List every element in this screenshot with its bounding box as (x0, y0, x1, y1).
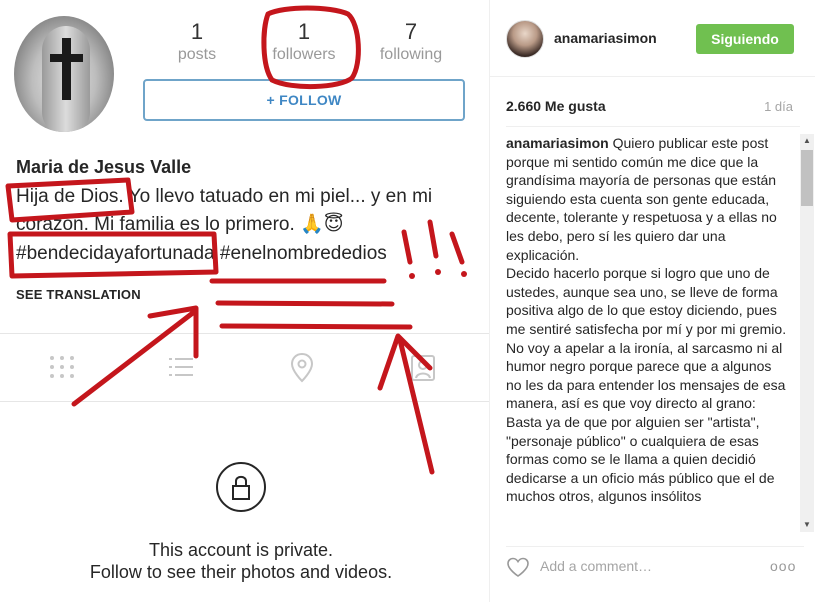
grid-icon (50, 356, 74, 378)
heart-icon[interactable] (506, 556, 530, 578)
post-header: anamariasimon Siguiendo (490, 0, 815, 77)
private-account-subtitle: Follow to see their photos and videos. (89, 562, 393, 582)
author-avatar[interactable] (506, 20, 544, 58)
bio-line-2: corazón. Mi familia es lo primero. 🙏😇 (16, 214, 344, 235)
stat-posts: 1 posts (152, 20, 242, 66)
location-icon (290, 352, 314, 383)
likes-count[interactable]: 2.660 Me gusta (506, 98, 606, 114)
stat-posts-count: 1 (190, 19, 204, 44)
stat-following: 7 following (366, 20, 456, 66)
post-image: 1 posts 1 followers 7 following + FOLLOW… (0, 0, 489, 602)
profile-follow-button: + FOLLOW (143, 79, 465, 121)
exclaim-line-3 (449, 231, 465, 265)
tabs-divider-bottom (0, 401, 489, 402)
caption-paragraph-1: Quiero publicar este post porque mi sent… (506, 135, 777, 263)
stat-posts-label: posts (177, 46, 217, 63)
more-options-button[interactable]: ooo (770, 558, 796, 574)
caption-scrollbar[interactable]: ▲ ▼ (800, 134, 814, 532)
caption-paragraph-4: Basta ya de que por alguien ser "artista… (506, 413, 775, 505)
stat-following-label: following (379, 46, 443, 63)
bio-line-1: Hija de Dios. Yo llevo tatuado en mi pie… (16, 186, 433, 207)
see-translation: SEE TRANSLATION (16, 287, 141, 302)
tagged-icon (411, 355, 435, 381)
caption: anamariasimon Quiero publicar este post … (506, 134, 788, 506)
exclaim-line-2 (427, 219, 439, 259)
scroll-thumb[interactable] (801, 150, 813, 206)
profile-avatar (14, 16, 114, 132)
post-sidebar: anamariasimon Siguiendo 2.660 Me gusta 1… (489, 0, 815, 602)
caption-username[interactable]: anamariasimon (506, 135, 609, 151)
caption-paragraph-2: Decido hacerlo porque si logro que uno d… (506, 265, 787, 337)
bio-line-3: #bendecidayafortunada #enelnombrededios (16, 243, 387, 264)
caption-scroll-area[interactable]: anamariasimon Quiero publicar este post … (506, 134, 788, 532)
stat-followers-count: 1 (297, 19, 311, 44)
scroll-up-arrow[interactable]: ▲ (800, 134, 814, 148)
following-button[interactable]: Siguiendo (696, 24, 794, 54)
stat-followers: 1 followers (259, 20, 349, 66)
post-time[interactable]: 1 día (764, 99, 793, 114)
profile-name: Maria de Jesus Valle (16, 157, 192, 177)
tabs-divider-top (0, 333, 489, 334)
list-icon (169, 358, 193, 376)
likes-separator (506, 126, 800, 127)
comment-separator (506, 546, 804, 547)
underline-3 (219, 323, 413, 330)
lock-icon (216, 462, 266, 512)
scroll-down-arrow[interactable]: ▼ (800, 518, 814, 532)
stat-following-count: 7 (404, 19, 418, 44)
underline-2 (215, 300, 395, 307)
caption-paragraph-3: No voy a apelar a la ironía, al sarcasmo… (506, 339, 786, 412)
private-account-title: This account is private. (148, 540, 334, 560)
stat-followers-label: followers (272, 46, 336, 63)
author-username[interactable]: anamariasimon (554, 30, 657, 46)
exclaim-line-1 (401, 229, 413, 265)
add-comment-input[interactable]: Add a comment… (540, 558, 652, 574)
